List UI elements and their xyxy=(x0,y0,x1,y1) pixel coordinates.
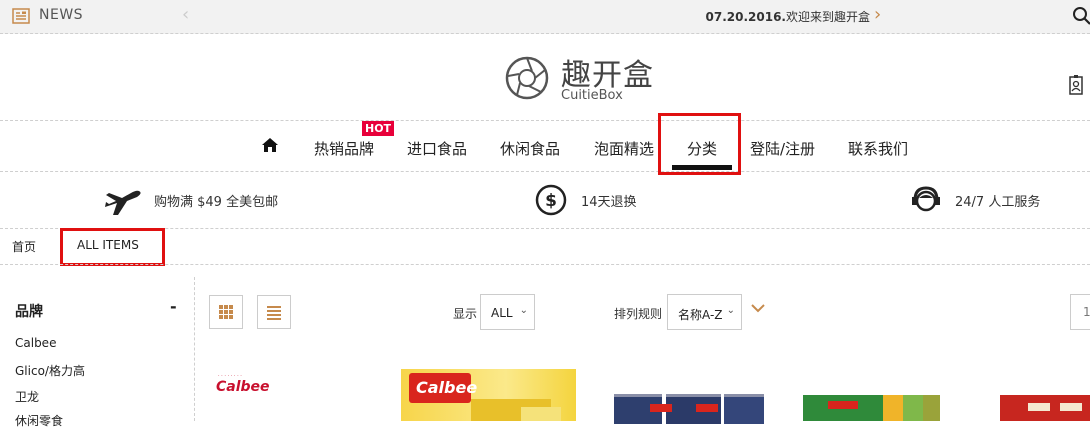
breadcrumb-home[interactable]: 首页 xyxy=(12,238,36,255)
support-agent-icon xyxy=(910,184,942,216)
nav-item-login-register[interactable]: 登陆/注册 xyxy=(750,138,815,159)
top-news-bar: NEWS ‹ 07.20.2016.欢迎来到趣开盒 › xyxy=(0,0,1090,34)
sidebar-divider xyxy=(194,277,195,421)
product-image-calbee-logo[interactable]: · · · · · · · · Calbee xyxy=(210,370,270,400)
feature-support: 24/7 人工服务 xyxy=(955,191,1040,210)
page-number-input[interactable]: 1 xyxy=(1070,294,1090,330)
show-label: 显示 xyxy=(453,305,477,322)
home-icon[interactable] xyxy=(261,137,279,153)
main-nav: 热销品牌 HOT 进口食品 休闲食品 泡面精选 分类 登陆/注册 联系我们 xyxy=(0,120,1090,172)
product-image-chips-bag-1[interactable] xyxy=(614,394,764,421)
site-logo[interactable]: 趣开盒 CuitieBox xyxy=(505,50,665,106)
chevron-down-icon: ⌄ xyxy=(727,305,735,316)
newspaper-icon xyxy=(12,7,30,25)
product-brand-text: Calbee xyxy=(416,378,477,397)
nav-item-hot-brands[interactable]: 热销品牌 xyxy=(314,138,374,159)
product-image-chips-bag-2[interactable] xyxy=(803,395,940,421)
sort-label: 排列规则 xyxy=(614,305,662,322)
nav-item-instant-noodles[interactable]: 泡面精选 xyxy=(594,138,654,159)
shutter-logo-icon xyxy=(505,56,549,100)
highlight-box-breadcrumb xyxy=(60,228,165,266)
divider xyxy=(0,264,1090,265)
news-next-arrow-icon[interactable]: › xyxy=(874,4,881,25)
grid-icon xyxy=(210,296,242,328)
sort-select[interactable]: 名称A-Z ⌄ xyxy=(667,294,742,330)
airplane-icon xyxy=(103,185,143,217)
sidebar-item-calbee[interactable]: Calbee xyxy=(15,336,56,350)
sidebar-item-weilong[interactable]: 卫龙 xyxy=(15,388,39,405)
feature-bar: 购物满 $49 全美包邮 $ 14天退换 24/7 人工服务 xyxy=(0,171,1090,229)
sort-direction-chevron-icon[interactable] xyxy=(750,302,766,314)
news-prev-arrow-icon[interactable]: ‹ xyxy=(182,4,189,25)
feature-returns: 14天退换 xyxy=(581,191,637,210)
dollar-icon: $ xyxy=(535,184,567,216)
list-icon xyxy=(258,296,290,328)
feature-free-shipping: 购物满 $49 全美包邮 xyxy=(154,191,278,210)
sidebar-brand-title: 品牌 xyxy=(15,301,43,321)
sort-select-value: 名称A-Z xyxy=(678,308,723,322)
chevron-down-icon: ⌄ xyxy=(520,305,528,316)
product-image-calbee-banner[interactable]: Calbee xyxy=(401,369,576,421)
logo-english-name: CuitieBox xyxy=(561,88,623,103)
contact-card-icon[interactable] xyxy=(1068,74,1084,96)
list-view-button[interactable] xyxy=(257,295,291,329)
nav-item-imported-food[interactable]: 进口食品 xyxy=(407,138,467,159)
news-date: 07.20.2016. xyxy=(706,10,786,24)
product-image-chips-bag-3[interactable] xyxy=(1000,395,1090,421)
show-select-value: ALL xyxy=(491,306,513,320)
search-icon[interactable] xyxy=(1072,6,1090,26)
product-brand-text: Calbee xyxy=(216,379,270,395)
hot-badge: HOT xyxy=(362,121,394,136)
news-message: 欢迎来到趣开盒 xyxy=(786,10,870,24)
sidebar-item-glico[interactable]: Glico/格力高 xyxy=(15,362,85,379)
sidebar-collapse-toggle[interactable]: - xyxy=(170,297,177,316)
show-select[interactable]: ALL ⌄ xyxy=(480,294,535,330)
news-ticker[interactable]: 07.20.2016.欢迎来到趣开盒 xyxy=(560,8,870,25)
nav-item-snacks[interactable]: 休闲食品 xyxy=(500,138,560,159)
highlight-box-categories xyxy=(658,113,741,175)
news-label: NEWS xyxy=(39,7,83,23)
grid-view-button[interactable] xyxy=(209,295,243,329)
nav-item-contact-us[interactable]: 联系我们 xyxy=(848,138,908,159)
svg-text:$: $ xyxy=(545,191,557,211)
